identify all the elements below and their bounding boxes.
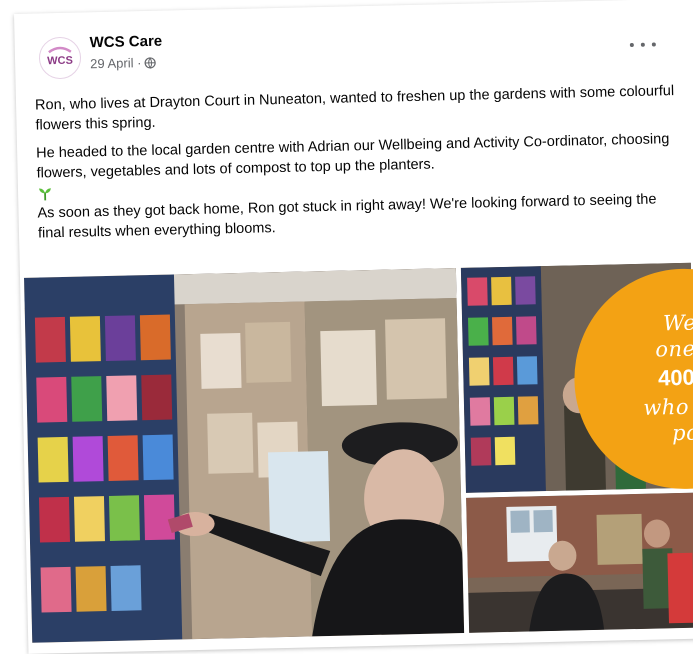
post-paragraph: As soon as they got back home, Ron got s… [37, 191, 657, 242]
more-options-icon[interactable] [629, 35, 656, 54]
page-name[interactable]: WCS Care [89, 33, 162, 52]
post-text: Ron, who lives at Drayton Court in Nunea… [35, 81, 678, 251]
facebook-post-card: WCS WCS Care 29 April · Ron, who lives a… [14, 0, 693, 654]
post-paragraph: Ron, who lives at Drayton Court in Nunea… [34, 83, 675, 134]
svg-text:WCS: WCS [47, 55, 73, 68]
post-paragraph: He headed to the local garden centre wit… [35, 131, 670, 182]
globe-icon [144, 56, 157, 69]
badge-line: post? [671, 419, 693, 446]
badge-line: one of t [655, 336, 693, 362]
garden-centre-photo[interactable] [23, 268, 465, 643]
garden-planting-photo[interactable] [466, 492, 693, 633]
wcs-care-logo[interactable]: WCS [38, 36, 82, 80]
badge-line: who saw [643, 394, 693, 420]
post-date[interactable]: 29 April · [90, 55, 142, 71]
seedling-icon [38, 188, 51, 201]
post-meta: 29 April · [90, 55, 157, 71]
logo-mark-icon: WCS [41, 38, 80, 77]
badge-line: Were y [662, 310, 693, 336]
badge-highlight: 4000 pe [657, 364, 693, 391]
